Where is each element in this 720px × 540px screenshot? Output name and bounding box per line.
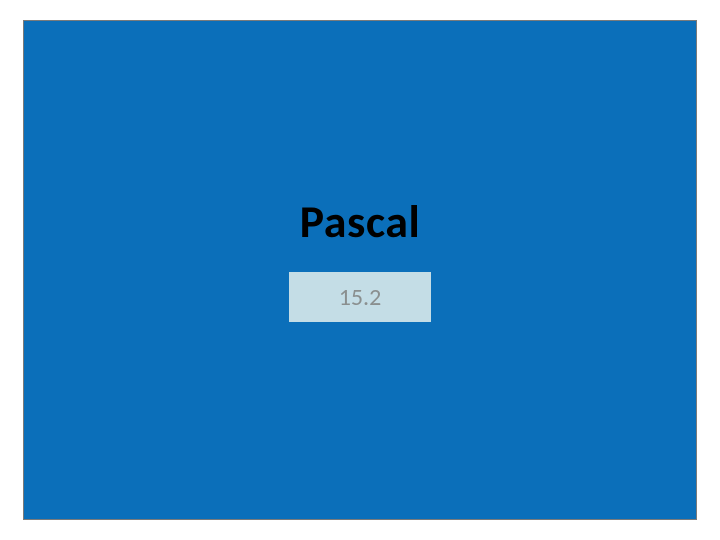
slide-subtitle: 15.2 xyxy=(339,283,382,312)
subtitle-box: 15.2 xyxy=(289,272,431,322)
slide-container: Pascal 15.2 xyxy=(23,20,697,520)
slide-title: Pascal xyxy=(300,194,421,250)
